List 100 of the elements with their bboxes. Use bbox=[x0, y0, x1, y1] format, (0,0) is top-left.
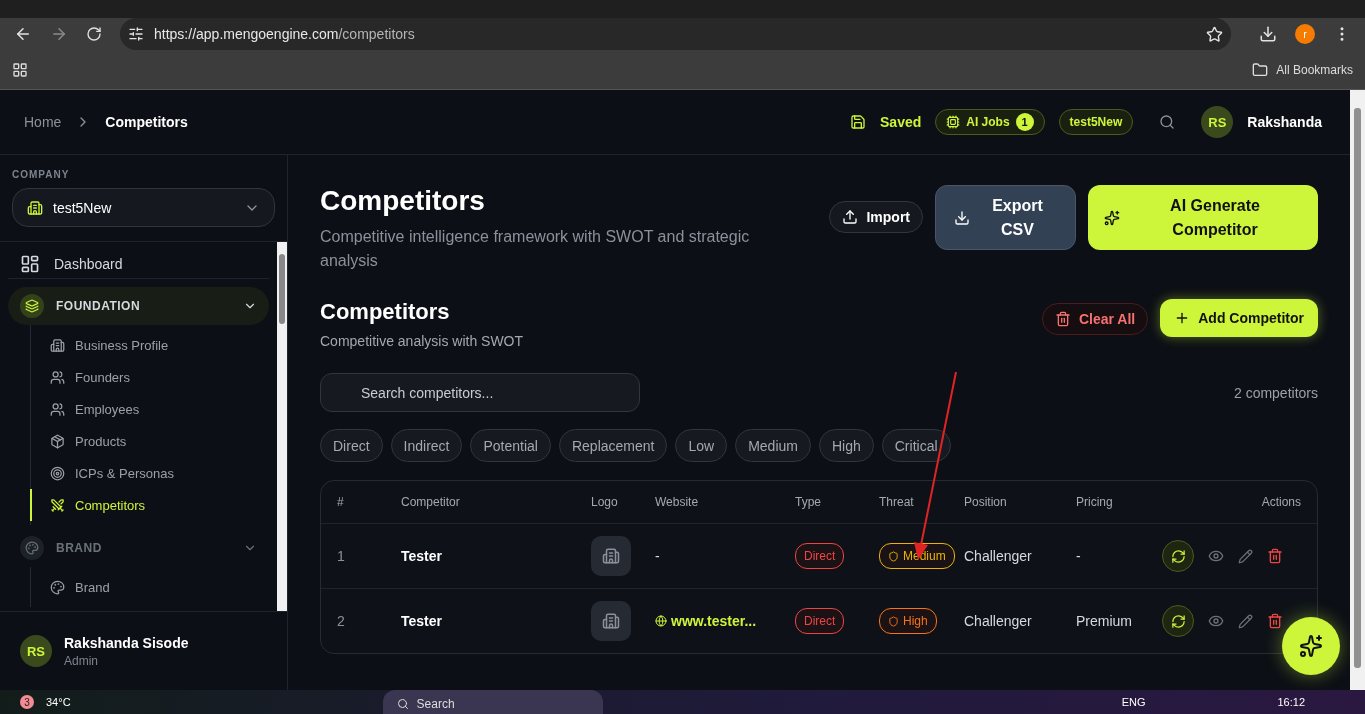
box-icon bbox=[50, 433, 65, 449]
refresh-icon bbox=[1170, 613, 1186, 629]
add-button[interactable]: Add Competitor bbox=[1160, 299, 1318, 337]
chip-icon bbox=[946, 115, 961, 129]
view-icon[interactable] bbox=[1208, 548, 1224, 564]
nav-section[interactable]: BRAND bbox=[8, 529, 269, 567]
save-icon bbox=[850, 114, 866, 130]
shield-icon bbox=[888, 615, 899, 627]
saved-status: Saved bbox=[880, 114, 922, 130]
regenerate-button[interactable] bbox=[1162, 540, 1194, 572]
action-button[interactable]: AI Generate Competitor bbox=[1088, 185, 1318, 250]
notification-badge: 3 bbox=[20, 695, 34, 709]
language-indicator[interactable]: ENG bbox=[1121, 696, 1146, 708]
trash-icon bbox=[1054, 311, 1071, 327]
building-icon bbox=[602, 612, 620, 630]
view-icon[interactable] bbox=[1208, 613, 1224, 629]
pencil-icon bbox=[1238, 548, 1253, 564]
action-button[interactable]: Export CSV bbox=[935, 185, 1076, 250]
users-icon bbox=[50, 369, 65, 385]
competitor-name: Tester bbox=[401, 613, 443, 629]
nav-item[interactable]: Employees bbox=[30, 393, 269, 425]
search-icon[interactable] bbox=[1159, 114, 1176, 130]
nav-item[interactable]: Founders bbox=[30, 361, 269, 393]
url-text: https://app.mengoengine.com/competitors bbox=[154, 26, 415, 42]
bookmark-star-icon[interactable] bbox=[1206, 25, 1223, 43]
breadcrumb-link[interactable]: Home bbox=[24, 114, 62, 130]
column-header: Website bbox=[655, 495, 700, 509]
scrollbar[interactable] bbox=[277, 242, 287, 611]
clock-text[interactable]: 16:12 bbox=[1277, 696, 1305, 708]
page-title: Competitors bbox=[320, 185, 486, 217]
regenerate-button[interactable] bbox=[1162, 605, 1194, 637]
all-bookmarks-link[interactable]: All Bookmarks bbox=[1276, 62, 1353, 77]
page-subtitle: Competitive intelligence framework with SWOT and strategic analysis bbox=[320, 227, 751, 271]
filter-chip[interactable]: Medium bbox=[735, 429, 811, 462]
delete-icon[interactable] bbox=[1267, 548, 1283, 564]
search-field[interactable]: Search competitors... bbox=[320, 373, 640, 412]
column-header: Actions bbox=[1260, 495, 1301, 509]
sparkles-icon bbox=[1299, 634, 1323, 658]
nav-item[interactable]: Products bbox=[30, 425, 269, 457]
globe-icon bbox=[655, 615, 667, 627]
forward-icon[interactable] bbox=[50, 25, 68, 43]
nav-item[interactable]: Brand bbox=[30, 571, 269, 603]
taskbar-search[interactable]: Search bbox=[382, 690, 603, 714]
nav-item[interactable]: Business Profile bbox=[30, 329, 269, 361]
eye-icon bbox=[1208, 548, 1224, 564]
sparkles-icon bbox=[1104, 209, 1120, 226]
back-icon[interactable] bbox=[14, 25, 32, 43]
filter-chip[interactable]: Potential bbox=[470, 429, 551, 462]
filter-chip[interactable]: Direct bbox=[320, 429, 383, 462]
ai-assistant-button[interactable] bbox=[1282, 617, 1340, 675]
user-avatar[interactable]: RS bbox=[1201, 106, 1234, 138]
column-header: Position bbox=[964, 495, 1008, 509]
building-icon bbox=[27, 199, 43, 216]
filter-chip[interactable]: Indirect bbox=[390, 429, 463, 462]
filter-chip[interactable]: Critical bbox=[881, 429, 951, 462]
pricing-cell-text: - bbox=[1076, 548, 1082, 564]
workspace-tag[interactable]: test5New bbox=[1058, 109, 1134, 135]
ai-jobs-button[interactable]: AI Jobs 1 bbox=[935, 109, 1045, 135]
edit-icon[interactable] bbox=[1238, 548, 1253, 564]
column-header: Type bbox=[795, 495, 822, 509]
edit-icon[interactable] bbox=[1238, 613, 1253, 629]
result-count: 2 competitors bbox=[1233, 384, 1318, 401]
company-label: COMPANY bbox=[12, 169, 71, 180]
apps-icon[interactable] bbox=[12, 61, 28, 78]
user-avatar[interactable]: RS bbox=[20, 635, 52, 667]
position-cell-text: Challenger bbox=[964, 613, 1033, 629]
weather-text[interactable]: 34°C bbox=[46, 696, 71, 708]
website-cell-text: - bbox=[655, 548, 661, 564]
action-button[interactable]: Import bbox=[829, 201, 923, 233]
nav-item[interactable]: ICPs & Personas bbox=[30, 457, 269, 489]
company-select[interactable]: test5New bbox=[12, 188, 275, 227]
dashboard-icon bbox=[20, 254, 40, 274]
building-icon bbox=[602, 547, 620, 565]
filter-chip[interactable]: Low bbox=[675, 429, 728, 462]
shield-icon bbox=[888, 550, 899, 562]
user-role: Admin bbox=[64, 653, 99, 668]
filter-chip[interactable]: High bbox=[818, 429, 874, 462]
download-icon[interactable] bbox=[1259, 25, 1277, 43]
palette-icon bbox=[20, 536, 44, 560]
user-name[interactable]: Rakshanda bbox=[1247, 114, 1322, 130]
eye-icon bbox=[1208, 613, 1224, 629]
upload-icon bbox=[842, 209, 859, 225]
address-bar[interactable]: https://app.mengoengine.com/competitors bbox=[120, 18, 1231, 50]
pencil-icon bbox=[1238, 613, 1253, 629]
trash-icon bbox=[1267, 613, 1283, 629]
reload-icon[interactable] bbox=[86, 26, 102, 42]
folder-icon[interactable] bbox=[1252, 61, 1269, 78]
nav-item[interactable]: Competitors bbox=[30, 489, 269, 521]
column-header: # bbox=[337, 495, 345, 509]
breadcrumb-link[interactable]: Competitors bbox=[105, 114, 188, 130]
delete-icon[interactable] bbox=[1267, 613, 1283, 629]
clear-button[interactable]: Clear All bbox=[1041, 303, 1149, 335]
website-link[interactable]: www.tester... bbox=[655, 613, 795, 629]
row-number: 2 bbox=[337, 613, 346, 629]
scrollbar[interactable] bbox=[1350, 90, 1365, 690]
site-settings-icon[interactable] bbox=[128, 26, 144, 42]
threat-tag: High bbox=[879, 608, 937, 634]
nav-item[interactable]: Dashboard bbox=[8, 250, 269, 279]
nav-section[interactable]: FOUNDATION bbox=[8, 287, 269, 325]
filter-chip[interactable]: Replacement bbox=[558, 429, 668, 462]
